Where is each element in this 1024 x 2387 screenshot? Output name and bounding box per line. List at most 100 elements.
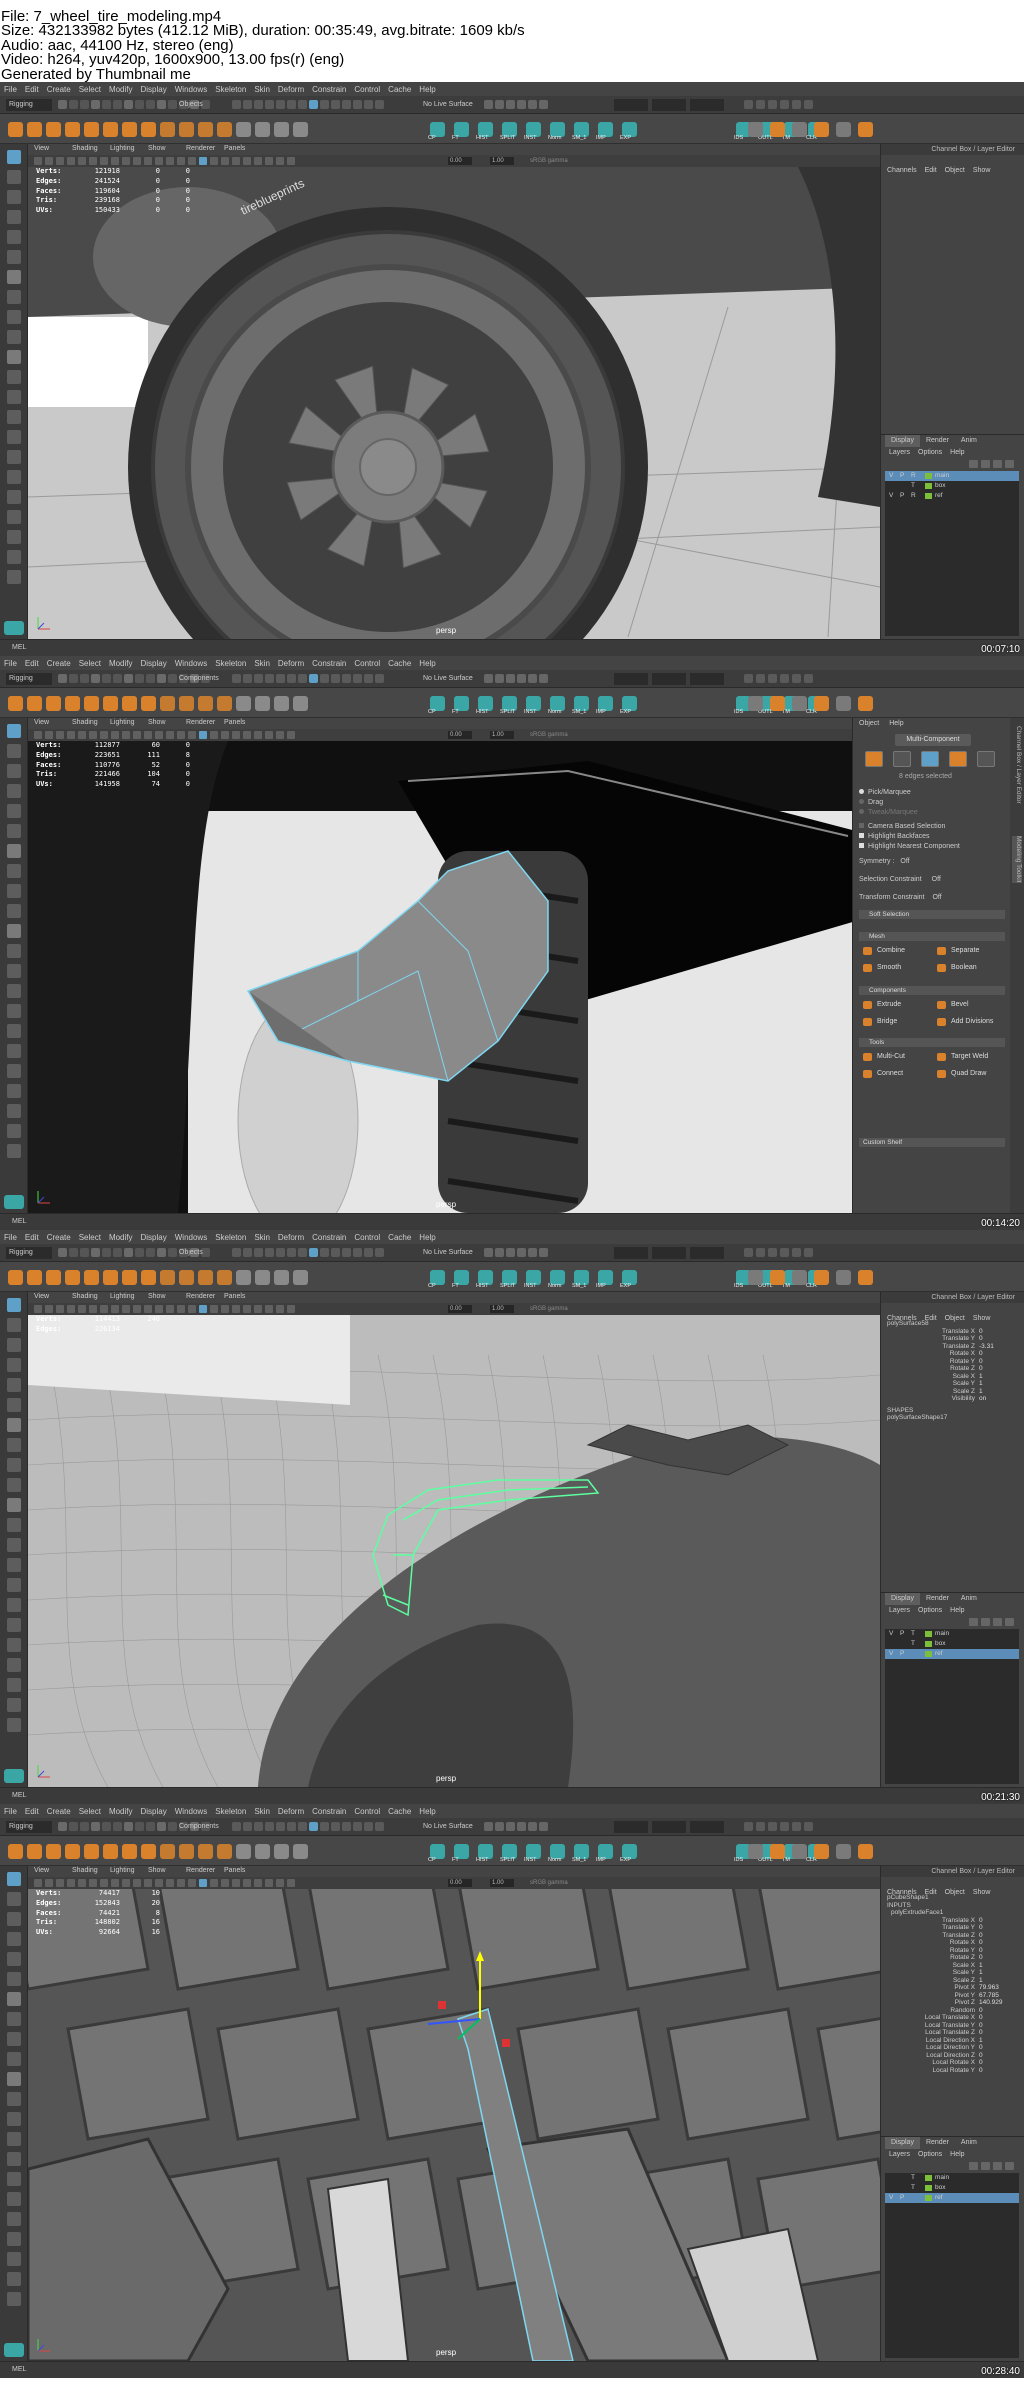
toolbox-tool-icon[interactable] [7,744,21,758]
layer-action-icon[interactable] [993,460,1002,468]
layer-row-box[interactable]: Tbox [885,481,1019,491]
panel-tool-icon[interactable] [89,1305,97,1313]
channel-attr-row[interactable]: Local Rotate Y0 [887,2067,1005,2075]
menu-cache[interactable]: Cache [388,85,411,94]
channel-attr-value[interactable]: 1 [975,1962,1005,1970]
shelf-poly-icon[interactable] [255,122,270,137]
shelf-poly-icon[interactable] [293,1844,308,1859]
toolbox-tool-icon[interactable] [7,470,21,484]
channel-attr-row[interactable]: Scale Z1 [887,1977,1005,1985]
channel-attr-value[interactable]: 1 [975,1969,1005,1977]
menu-display[interactable]: Display [141,1807,167,1816]
channel-attr-value[interactable]: 0 [975,2022,1005,2030]
toolbox-tool-icon[interactable] [7,550,21,564]
shelf-tool-icon[interactable] [748,122,763,137]
menu-edit[interactable]: Edit [25,85,39,94]
toolbox-tool-icon[interactable] [7,1698,21,1712]
shelf-poly-icon[interactable] [103,1844,118,1859]
panel-tool-icon[interactable] [232,1879,240,1887]
toolkit-menu-object[interactable]: Object [859,720,879,727]
shelf-poly-icon[interactable] [8,696,23,711]
status-tool-icon[interactable] [146,1822,155,1831]
snap-icon[interactable] [342,100,351,109]
channel-attr-value[interactable]: 0 [975,2044,1005,2052]
panel-tool-icon[interactable] [78,157,86,165]
shelf-poly-icon[interactable] [217,1844,232,1859]
select-mode-dropdown[interactable]: Objects [176,1247,228,1259]
channel-attr-row[interactable]: Local Direction Z0 [887,2052,1005,2060]
menu-help[interactable]: Help [419,85,435,94]
layout-icon[interactable] [804,1822,813,1831]
snap-icon[interactable] [232,1822,241,1831]
color-space-dropdown[interactable]: sRGB gamma [528,1879,588,1887]
toolbox-tool-icon[interactable] [7,724,21,738]
toolbox-tool-icon[interactable] [7,1124,21,1138]
panel-menu-shading[interactable]: Shading [72,719,98,726]
shelf-tool-icon[interactable] [748,1844,763,1859]
toolbox-tool-icon[interactable] [7,1992,21,2006]
panel-tool-icon[interactable] [67,731,75,739]
layer-action-icon[interactable] [1005,1618,1014,1626]
layer-menu-options[interactable]: Options [918,449,942,456]
layer-name[interactable]: main [935,2173,949,2183]
panel-tool-icon[interactable] [78,1879,86,1887]
layout-icon[interactable] [744,674,753,683]
panel-tool-icon[interactable] [232,157,240,165]
command-line[interactable]: MEL 00:28:40 [0,2361,1024,2378]
mode-dropdown[interactable]: Rigging [6,1821,52,1833]
shelf-poly-icon[interactable] [141,1844,156,1859]
color-space-dropdown[interactable]: sRGB gamma [528,1305,588,1313]
menu-cache[interactable]: Cache [388,1233,411,1242]
layer-color-swatch[interactable] [925,1651,932,1657]
menu-windows[interactable]: Windows [175,659,207,668]
checkbox-icon[interactable] [859,823,864,828]
panel-tool-icon[interactable] [210,731,218,739]
tab-anim[interactable]: Anim [955,2137,983,2149]
menu-skin[interactable]: Skin [254,85,270,94]
xyz-field[interactable] [652,1247,686,1259]
layer-name[interactable]: main [935,1629,949,1639]
gamma-value-field[interactable]: 1.00 [490,1305,514,1313]
layer-row-ref[interactable]: V Pref [885,1649,1019,1659]
status-tool-icon[interactable] [91,100,100,109]
layer-menu-layers[interactable]: Layers [889,1607,910,1614]
panel-tool-icon[interactable] [265,1879,273,1887]
shelf-poly-icon[interactable] [293,696,308,711]
layer-row-box[interactable]: Tbox [885,1639,1019,1649]
radio-icon[interactable] [859,799,864,804]
toolbox-tool-icon[interactable] [7,150,21,164]
channel-attr-row[interactable]: Random 0 [887,2007,1005,2015]
xyz-field[interactable] [614,1821,648,1833]
snap-icon[interactable] [364,1248,373,1257]
shelf-poly-icon[interactable] [274,696,289,711]
channel-attr-row[interactable]: Rotate Z0 [887,1365,1005,1373]
status-tool-icon[interactable] [69,1248,78,1257]
snap-icon[interactable] [265,100,274,109]
layer-flag[interactable]: R [911,471,916,481]
toolbox-tool-icon[interactable] [7,370,21,384]
panel-tool-icon[interactable] [221,157,229,165]
channel-attr-value[interactable]: 79.963 [975,1984,1005,1992]
channel-attr-value[interactable]: 0 [975,2007,1005,2015]
snap-icon[interactable] [254,1248,263,1257]
shelf-poly-icon[interactable] [103,122,118,137]
snap-icon[interactable] [243,1248,252,1257]
channel-attr-value[interactable]: 0 [975,1328,1005,1336]
shelf-tool-icon[interactable] [814,1270,829,1285]
layer-flag[interactable]: V [889,1629,893,1639]
panel-tool-icon[interactable] [199,157,207,165]
toolbox-tool-icon[interactable] [7,330,21,344]
panel-tool-icon[interactable] [155,1879,163,1887]
menu-constrain[interactable]: Constrain [312,1807,346,1816]
shelf-tool-icon[interactable] [858,122,873,137]
panel-tool-icon[interactable] [78,1305,86,1313]
snap-icon[interactable] [298,1822,307,1831]
menu-skeleton[interactable]: Skeleton [215,1233,246,1242]
layer-row-main[interactable]: Tmain [885,2173,1019,2183]
channel-attr-row[interactable]: Scale Y1 [887,1969,1005,1977]
channel-attr-value[interactable]: 0 [975,1954,1005,1962]
channel-attr-row[interactable]: Scale Y1 [887,1380,1005,1388]
render-icon[interactable] [506,100,515,109]
panel-menu-lighting[interactable]: Lighting [110,719,135,726]
render-icon[interactable] [517,1248,526,1257]
